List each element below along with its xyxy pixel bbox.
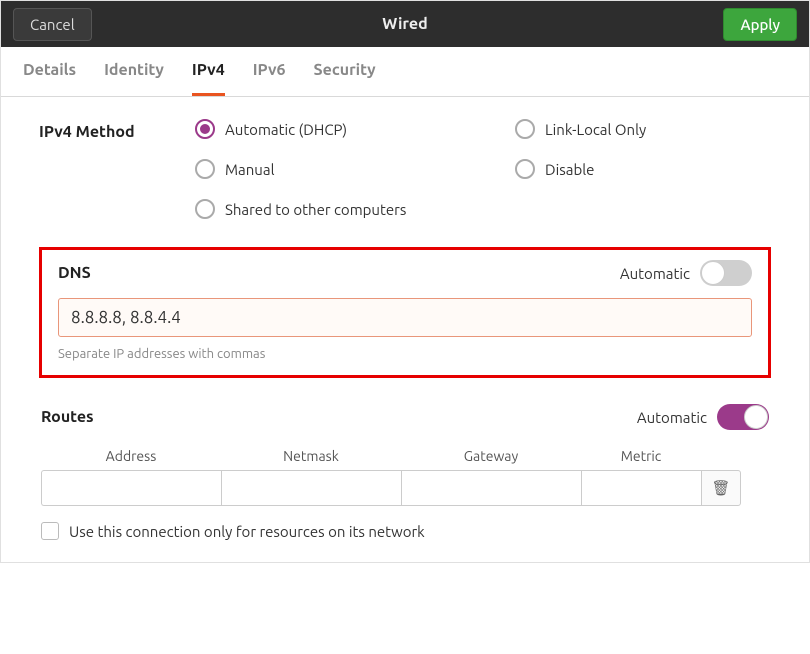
- routes-automatic-wrap: Automatic: [637, 404, 769, 430]
- radio-label: Automatic (DHCP): [225, 121, 347, 138]
- tab-identity[interactable]: Identity: [104, 47, 164, 96]
- trash-icon: 🗑: [711, 479, 730, 497]
- radio-automatic-dhcp[interactable]: Automatic (DHCP): [195, 119, 515, 139]
- radio-label: Disable: [545, 161, 594, 178]
- ipv4-method-section: IPv4 Method Automatic (DHCP) Link-Local …: [39, 119, 771, 219]
- route-netmask-input[interactable]: [221, 470, 401, 506]
- tab-ipv4[interactable]: IPv4: [192, 47, 225, 96]
- radio-circle-icon: [195, 199, 215, 219]
- ipv4-method-label: IPv4 Method: [39, 123, 149, 141]
- radio-label: Manual: [225, 161, 275, 178]
- routes-title: Routes: [41, 408, 94, 426]
- radio-disable[interactable]: Disable: [515, 159, 771, 179]
- radio-circle-icon: [195, 119, 215, 139]
- col-actions-spacer: [701, 442, 741, 470]
- radio-circle-icon: [195, 159, 215, 179]
- route-metric-input[interactable]: [581, 470, 701, 506]
- route-gateway-input[interactable]: [401, 470, 581, 506]
- cancel-button[interactable]: Cancel: [13, 8, 92, 41]
- dns-hint-text: Separate IP addresses with commas: [58, 347, 752, 361]
- radio-manual[interactable]: Manual: [195, 159, 515, 179]
- tab-security[interactable]: Security: [314, 47, 376, 96]
- ipv4-content: IPv4 Method Automatic (DHCP) Link-Local …: [1, 97, 809, 562]
- routes-automatic-label: Automatic: [637, 409, 707, 426]
- only-resources-checkbox[interactable]: [41, 522, 59, 540]
- toggle-knob-icon: [744, 405, 768, 429]
- routes-automatic-toggle[interactable]: [717, 404, 769, 430]
- radio-shared[interactable]: Shared to other computers: [195, 199, 515, 219]
- dns-header: DNS Automatic: [58, 260, 752, 286]
- radio-label: Link-Local Only: [545, 121, 646, 138]
- radio-circle-icon: [515, 159, 535, 179]
- dns-automatic-label: Automatic: [620, 265, 690, 282]
- dns-title: DNS: [58, 264, 91, 282]
- routes-section: Routes Automatic Address Netmask Gateway…: [39, 404, 771, 540]
- radio-link-local[interactable]: Link-Local Only: [515, 119, 771, 139]
- col-metric-label: Metric: [581, 442, 701, 470]
- routes-column-headers: Address Netmask Gateway Metric: [41, 442, 769, 470]
- radio-circle-icon: [515, 119, 535, 139]
- route-address-input[interactable]: [41, 470, 221, 506]
- dns-automatic-wrap: Automatic: [620, 260, 752, 286]
- only-resources-label: Use this connection only for resources o…: [69, 523, 425, 540]
- ipv4-method-options: Automatic (DHCP) Link-Local Only Manual …: [195, 119, 771, 219]
- col-address-label: Address: [41, 442, 221, 470]
- tab-bar: Details Identity IPv4 IPv6 Security: [1, 47, 809, 97]
- only-resources-row: Use this connection only for resources o…: [41, 522, 769, 540]
- route-row: 🗑: [41, 470, 769, 506]
- dns-servers-input[interactable]: [58, 298, 752, 337]
- network-settings-dialog: Cancel Wired Apply Details Identity IPv4…: [0, 0, 810, 563]
- dns-automatic-toggle[interactable]: [700, 260, 752, 286]
- tab-details[interactable]: Details: [23, 47, 76, 96]
- window-title: Wired: [1, 15, 809, 33]
- routes-header: Routes Automatic: [41, 404, 769, 430]
- radio-label: Shared to other computers: [225, 201, 406, 218]
- toggle-knob-icon: [701, 261, 725, 285]
- tab-ipv6[interactable]: IPv6: [253, 47, 286, 96]
- col-gateway-label: Gateway: [401, 442, 581, 470]
- col-netmask-label: Netmask: [221, 442, 401, 470]
- dns-highlight-box: DNS Automatic Separate IP addresses with…: [39, 247, 771, 378]
- apply-button[interactable]: Apply: [723, 8, 797, 41]
- route-delete-button[interactable]: 🗑: [701, 470, 741, 506]
- titlebar: Cancel Wired Apply: [1, 1, 809, 47]
